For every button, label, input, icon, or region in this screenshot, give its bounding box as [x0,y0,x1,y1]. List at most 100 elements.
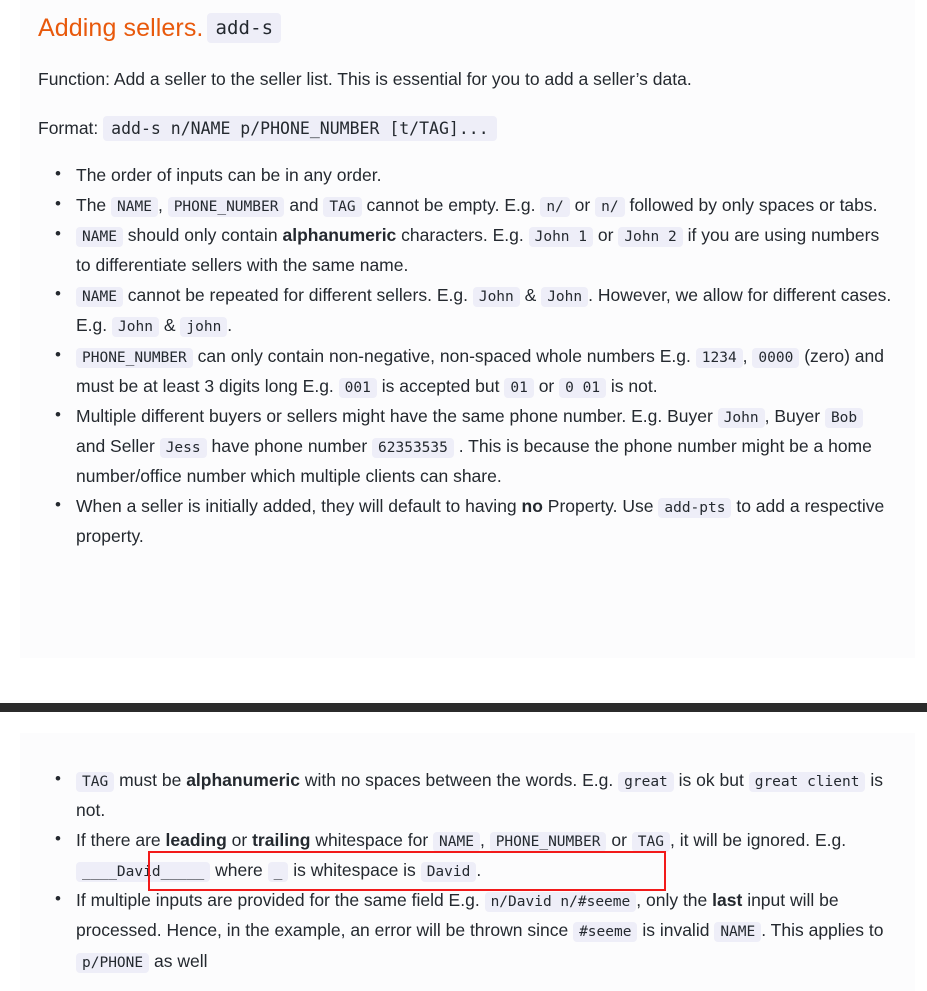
code-phone-number: PHONE_NUMBER [167,197,285,218]
rule-text: Property. Use [547,496,654,517]
list-item: The NAME, PHONE_NUMBER and TAG cannot be… [55,189,897,220]
rule-text: followed by only spaces or tabs. [629,195,878,216]
code-phone-number: PHONE_NUMBER [76,347,193,368]
code-p-phone: p/PHONE [76,952,150,973]
rule-text: E.g. [814,830,847,851]
list-item: The order of inputs can be in any order. [55,159,897,190]
rule-text: with no spaces between the words. E.g. [304,770,614,790]
rule-text: or [231,830,248,851]
rule-text: should only contain [127,225,278,246]
rule-text: If there are [76,830,161,851]
list-item: If multiple inputs are provided for the … [55,884,897,975]
code-name: NAME [76,287,123,308]
rule-text: or [538,375,555,396]
section-divider [0,703,927,712]
rule-text: is accepted but [381,375,500,396]
rule-text: The [76,195,107,216]
rule-text: If multiple inputs are provided for the … [76,890,480,911]
emphasis-leading: leading [165,830,227,851]
code-example: John 2 [618,227,683,248]
list-item: TAG must be alphanumeric with no spaces … [55,764,897,825]
code-add-pts: add-pts [658,498,732,519]
rule-text: and [289,195,319,216]
adding-sellers-continued-section: TAG must be alphanumeric with no spaces … [20,733,915,991]
code-underscore: _ [267,862,289,883]
code-tag: TAG [631,832,670,853]
code-example: John [472,287,520,308]
function-text: Add a seller to the seller list. This is… [113,68,692,89]
code-example: n/David n/#seeme [484,892,637,913]
rule-text: , [479,830,485,851]
code-name: NAME [111,197,158,218]
rule-text: . [227,315,233,336]
adding-sellers-section: Adding sellers. add-s Function: Add a sel… [20,0,915,658]
emphasis-trailing: trailing [252,830,311,851]
rules-list-top: The order of inputs can be in any order.… [38,159,897,551]
command-badge-add-s: add-s [207,13,282,43]
rule-text: and Seller [76,435,155,456]
rule-text: . [476,860,482,881]
rule-text: characters. E.g. [401,225,524,246]
rule-text: . This applies to [761,920,884,941]
rule-text: where [215,860,263,881]
code-phone-number: PHONE_NUMBER [489,832,607,853]
rule-text: have phone number [211,435,368,456]
code-example: John 1 [528,227,593,248]
code-example: n/ [595,197,625,218]
code-name: NAME [433,832,480,853]
rule-text: Multiple different buyers or sellers mig… [76,405,713,426]
rule-text: or [611,830,627,851]
code-example: john [180,317,228,338]
rule-text: cannot be repeated for different sellers… [127,285,468,306]
code-example: 1234 [695,347,743,368]
code-example: John [541,287,589,308]
rule-text: is whitespace is [293,860,416,881]
list-item: When a seller is initially added, they w… [55,490,897,551]
code-tag: TAG [76,772,115,792]
code-example: great client [748,772,866,792]
page-title: Adding sellers. add-s [38,0,897,46]
page-title-text: Adding sellers. [38,14,204,42]
format-description: Format: add-s n/NAME p/PHONE_NUMBER [t/T… [38,115,897,142]
rule-text: must be [119,770,182,790]
rule-text: , [742,345,748,366]
rule-text: as well [153,950,208,971]
rule-text: whitespace for [315,830,429,851]
code-name: NAME [76,227,123,248]
format-label: Format: [38,117,99,138]
list-item: NAME cannot be repeated for different se… [55,279,897,340]
code-example: Jess [159,437,207,458]
emphasis-alphanumeric: alphanumeric [186,770,300,790]
list-item: PHONE_NUMBER can only contain non-negati… [55,340,897,401]
emphasis-last: last [712,890,743,911]
rule-text: is ok but [678,770,744,790]
rule-text: is invalid [642,920,710,941]
rule-text: or [597,225,614,246]
code-example: 0000 [752,347,800,368]
code-example: 62353535 [372,437,454,458]
rule-text: cannot be empty. E.g. [366,195,536,216]
format-code: add-s n/NAME p/PHONE_NUMBER [t/TAG]... [103,115,497,141]
code-name: NAME [714,922,762,943]
list-item: NAME should only contain alphanumeric ch… [55,219,897,280]
emphasis-alphanumeric: alphanumeric [282,225,397,246]
rule-text: , only the [636,890,708,911]
code-example: n/ [540,197,570,218]
code-example: Bob [824,407,864,428]
code-example: #seeme [573,922,638,943]
rule-text: , [157,195,163,216]
code-whitespace-example: ____David_____ [76,862,211,883]
code-example: great [618,772,674,792]
rule-text: The order of inputs can be in any order. [76,165,382,185]
rule-text: When a seller is initially added, they w… [76,496,517,517]
code-example: 001 [338,377,377,398]
rule-text: & [524,285,537,306]
rule-text: is not. [610,375,658,396]
rules-list-bottom: TAG must be alphanumeric with no spaces … [38,733,897,976]
code-example: John [112,317,159,338]
rule-text: , it will be ignored. [669,830,811,851]
emphasis-no: no [521,496,543,517]
code-example: 0 01 [559,377,607,398]
list-item: Multiple different buyers or sellers mig… [55,400,897,491]
rule-text: & [163,315,176,336]
